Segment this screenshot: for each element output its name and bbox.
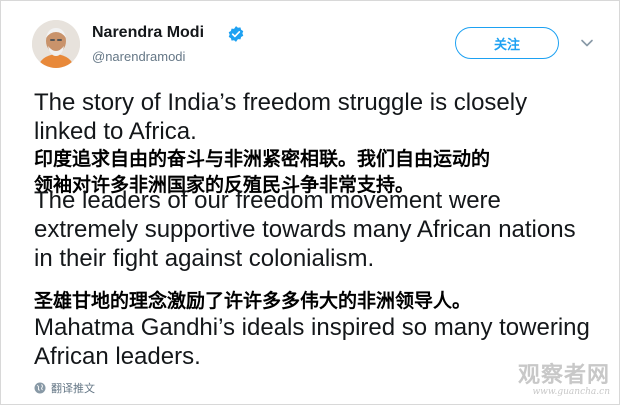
follow-button[interactable]: 关注 xyxy=(455,27,559,59)
verified-badge-icon xyxy=(228,26,244,42)
tweet-text-chinese-2: 圣雄甘地的理念激励了许许多多伟大的非洲领导人。 xyxy=(34,290,472,312)
chevron-down-icon[interactable] xyxy=(580,36,594,50)
translate-tweet-link[interactable]: 翻译推文 xyxy=(34,380,95,396)
watermark-url: www.guancha.cn xyxy=(532,387,610,397)
author-handle[interactable]: @narendramodi xyxy=(92,49,185,64)
avatar[interactable] xyxy=(32,20,80,68)
globe-icon xyxy=(34,382,46,394)
tweet-text-english-1: The story of India’s freedom struggle is… xyxy=(34,89,528,145)
author-name[interactable]: Narendra Modi xyxy=(92,24,204,42)
tweet-text-chinese-1a: 印度追求自由的奋斗与非洲紧密相联。我们自由运动的 xyxy=(34,148,491,170)
watermark: 观察者网 www.guancha.cn xyxy=(518,357,610,397)
tweet-text-english-3: Mahatma Gandhi’s ideals inspired so many… xyxy=(34,314,590,370)
tweet-text-english-2: The leaders of our freedom movement were… xyxy=(34,187,576,272)
avatar-image xyxy=(32,20,80,68)
translate-tweet-label[interactable]: 翻译推文 xyxy=(51,380,95,396)
watermark-main: 观察者网 xyxy=(517,362,610,388)
